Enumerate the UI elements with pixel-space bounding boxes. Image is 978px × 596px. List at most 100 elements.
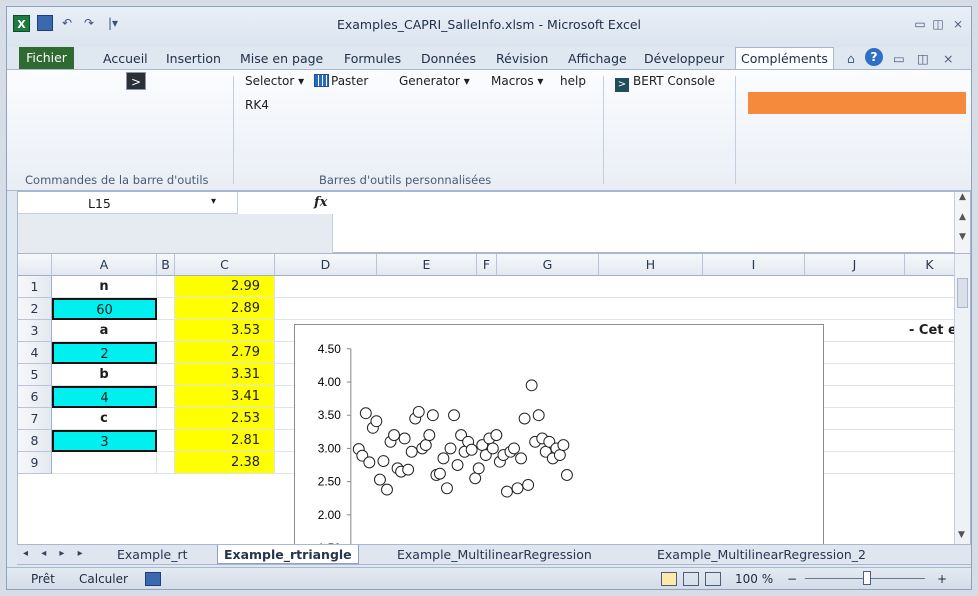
help-icon[interactable]: ? — [865, 48, 883, 66]
chevron-down-icon[interactable]: ▾ — [211, 196, 216, 207]
cell-b8[interactable] — [157, 430, 175, 452]
bert-console-button[interactable]: > BERT Console — [615, 74, 715, 92]
column-header[interactable]: K — [905, 254, 955, 276]
restore-workbook-button[interactable]: ◫ — [917, 49, 929, 69]
page-break-view-icon[interactable] — [705, 572, 721, 586]
tab-mise-en-page[interactable]: Mise en page — [240, 49, 323, 69]
cell-c4[interactable]: 2.79 — [175, 342, 275, 364]
restore-window-button[interactable]: ◫ — [929, 17, 947, 31]
cell-c3[interactable]: 3.53 — [175, 320, 275, 342]
cell-c8[interactable]: 2.81 — [175, 430, 275, 452]
cell-a8[interactable]: 3 — [52, 430, 157, 452]
cell-a2[interactable]: 60 — [52, 298, 157, 320]
column-header[interactable]: E — [377, 254, 477, 276]
calculate-button[interactable]: Calculer — [79, 572, 128, 586]
generator-menu[interactable]: Generator ▾ — [399, 74, 470, 88]
worksheet-grid[interactable]: A B C D E F G H I J K 1 n 2.99 2 60 2.89 3 a 3.5… — [17, 253, 971, 545]
macro-record-icon[interactable] — [145, 572, 161, 586]
tab-affichage[interactable]: Affichage — [568, 49, 627, 69]
zoom-slider-thumb[interactable] — [863, 571, 871, 585]
tab-complements[interactable]: Compléments — [735, 47, 834, 71]
select-all-corner[interactable] — [18, 254, 52, 276]
row-header[interactable]: 1 — [18, 276, 52, 298]
column-header[interactable]: H — [599, 254, 703, 276]
tab-insertion[interactable]: Insertion — [166, 49, 221, 69]
sheet-tab-example-multilinearregression[interactable]: Example_MultilinearRegression — [397, 547, 592, 562]
row-header[interactable]: 4 — [18, 342, 52, 364]
paster-button[interactable]: Paster — [314, 74, 368, 88]
column-header[interactable]: G — [497, 254, 599, 276]
sheet-tab-example-multilinearregression-2[interactable]: Example_MultilinearRegression_2 — [657, 547, 866, 562]
row-header[interactable]: 9 — [18, 452, 52, 474]
row-header[interactable]: 3 — [18, 320, 52, 342]
column-header[interactable]: B — [157, 254, 175, 276]
cell-b5[interactable] — [157, 364, 175, 386]
column-header[interactable]: F — [477, 254, 497, 276]
close-window-button[interactable]: ⨯ — [949, 17, 967, 31]
selector-menu[interactable]: Selector ▾ — [245, 74, 304, 88]
cell-b7[interactable] — [157, 408, 175, 430]
column-header[interactable]: A — [52, 254, 157, 276]
row-header[interactable]: 8 — [18, 430, 52, 452]
name-box[interactable]: L15 ▾ — [18, 192, 238, 214]
column-header[interactable]: D — [275, 254, 377, 276]
formula-bar-scroll[interactable]: ▲ ▲ ▼ — [954, 192, 970, 254]
sheet-tab-example-rt[interactable]: Example_rt — [117, 547, 188, 562]
scatter-chart[interactable]: 4.504.003.503.002.502.001.50 — [294, 324, 824, 545]
cell-c9[interactable]: 2.38 — [175, 452, 275, 474]
normal-view-icon[interactable] — [661, 572, 677, 586]
tab-fichier[interactable]: Fichier — [19, 47, 74, 69]
row-header[interactable]: 2 — [18, 298, 52, 320]
cell-b3[interactable] — [157, 320, 175, 342]
help-button[interactable]: help — [560, 74, 586, 88]
minimize-workbook-button[interactable]: ▭ — [893, 49, 905, 69]
cell-b2[interactable] — [157, 298, 175, 320]
row-header[interactable]: 6 — [18, 386, 52, 408]
cell-c5[interactable]: 3.31 — [175, 364, 275, 386]
cell-a5[interactable]: b — [52, 364, 157, 386]
cell-b4[interactable] — [157, 342, 175, 364]
cell-k2[interactable]: - Cet ex — [905, 320, 955, 342]
cell-a6[interactable]: 4 — [52, 386, 157, 408]
row-header[interactable]: 5 — [18, 364, 52, 386]
row-cells[interactable] — [275, 298, 955, 320]
row-cells[interactable] — [275, 276, 955, 298]
cell-c1[interactable]: 2.99 — [175, 276, 275, 298]
insert-function-icon[interactable]: fx — [314, 195, 327, 210]
vertical-scrollbar[interactable]: ▼ — [954, 254, 970, 544]
cell-a1[interactable]: n — [52, 276, 157, 298]
cell-c2[interactable]: 2.89 — [175, 298, 275, 320]
close-workbook-button[interactable]: ⨯ — [943, 49, 953, 69]
sheet-tab-example-rtriangle[interactable]: Example_rtriangle — [217, 545, 359, 564]
cell-a9[interactable] — [52, 452, 157, 474]
sheet-nav-arrows[interactable]: ◂ ◂ ▸ ▸ — [23, 548, 88, 559]
cell-b6[interactable] — [157, 386, 175, 408]
cell-a4[interactable]: 2 — [52, 342, 157, 364]
column-header[interactable]: I — [703, 254, 805, 276]
cell-b9[interactable] — [157, 452, 175, 474]
page-layout-view-icon[interactable] — [683, 572, 699, 586]
cell-a3[interactable]: a — [52, 320, 157, 342]
scrollbar-thumb[interactable] — [957, 278, 968, 308]
zoom-in-button[interactable]: + — [937, 572, 947, 586]
macros-menu[interactable]: Macros ▾ — [491, 74, 543, 88]
ribbon-collapse-icon[interactable]: ⌂ — [847, 49, 855, 69]
zoom-level[interactable]: 100 % — [735, 572, 773, 586]
column-header[interactable]: C — [175, 254, 275, 276]
tab-formules[interactable]: Formules — [344, 49, 401, 69]
scroll-down-icon[interactable]: ▼ — [958, 530, 965, 540]
tab-revision[interactable]: Révision — [496, 49, 548, 69]
cell-b1[interactable] — [157, 276, 175, 298]
toolbar-command-icon[interactable]: > — [126, 72, 146, 90]
rk4-button[interactable]: RK4 — [245, 98, 269, 112]
cell-a7[interactable]: c — [52, 408, 157, 430]
column-header[interactable]: J — [805, 254, 905, 276]
minimize-window-button[interactable]: ▭ — [911, 17, 929, 31]
zoom-out-button[interactable]: − — [787, 572, 797, 586]
tab-donnees[interactable]: Données — [421, 49, 476, 69]
cell-c6[interactable]: 3.41 — [175, 386, 275, 408]
cell-c7[interactable]: 2.53 — [175, 408, 275, 430]
row-header[interactable]: 7 — [18, 408, 52, 430]
tab-developpeur[interactable]: Développeur — [644, 49, 724, 69]
tab-accueil[interactable]: Accueil — [103, 49, 148, 69]
